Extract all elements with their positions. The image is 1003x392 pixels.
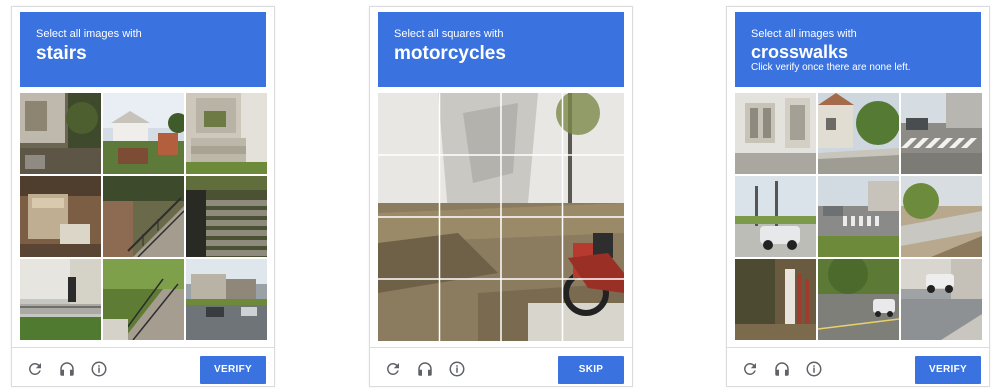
reload-icon[interactable] [384,360,402,378]
target-text: crosswalks [751,42,849,62]
image-tile[interactable] [818,259,899,340]
image-grid [20,93,267,341]
image-tile[interactable] [901,176,982,257]
image-tile[interactable] [901,259,982,340]
info-icon[interactable] [90,360,108,378]
info-icon[interactable] [805,360,823,378]
instruction-text: Select all images with [751,28,857,40]
image-grid[interactable] [378,93,624,341]
captcha-header: Select all images with crosswalks Click … [735,12,981,87]
instruction-text: Select all images with [36,28,142,40]
reload-icon[interactable] [741,360,759,378]
image-tile[interactable] [20,259,101,340]
image-tile[interactable] [818,176,899,257]
target-text: stairs [36,43,87,64]
verify-button[interactable]: VERIFY [915,356,981,384]
captcha-header: Select all squares with motorcycles [378,12,624,87]
captcha-header: Select all images with stairs [20,12,266,87]
image-tile[interactable] [20,176,101,257]
image-tile[interactable] [103,259,184,340]
captcha-widget-crosswalks: Select all images with crosswalks Click … [726,6,990,387]
skip-button[interactable]: SKIP [558,356,624,384]
captcha-footer: VERIFY [12,347,274,388]
image-tile[interactable] [818,93,899,174]
image-tile[interactable] [20,93,101,174]
instruction-text: Select all squares with [394,28,504,40]
captcha-widget-motorcycles: Select all squares with motorcycles SKIP [369,6,633,387]
image-tile[interactable] [186,176,267,257]
verify-button[interactable]: VERIFY [200,356,266,384]
hint-text: Click verify once there are none left. [751,62,911,73]
captcha-footer: VERIFY [727,347,989,388]
captcha-footer: SKIP [370,347,632,388]
image-tile[interactable] [735,93,816,174]
image-tile[interactable] [735,176,816,257]
image-tile[interactable] [103,93,184,174]
reload-icon[interactable] [26,360,44,378]
image-tile[interactable] [103,176,184,257]
captcha-widget-stairs: Select all images with stairs VERIFY [11,6,275,387]
headphones-icon[interactable] [58,360,76,378]
image-tile[interactable] [901,93,982,174]
image-tile[interactable] [186,259,267,340]
scene-image [378,93,624,341]
image-tile[interactable] [186,93,267,174]
image-tile[interactable] [735,259,816,340]
target-text: motorcycles [394,43,506,64]
headphones-icon[interactable] [773,360,791,378]
headphones-icon[interactable] [416,360,434,378]
image-grid [735,93,982,341]
info-icon[interactable] [448,360,466,378]
